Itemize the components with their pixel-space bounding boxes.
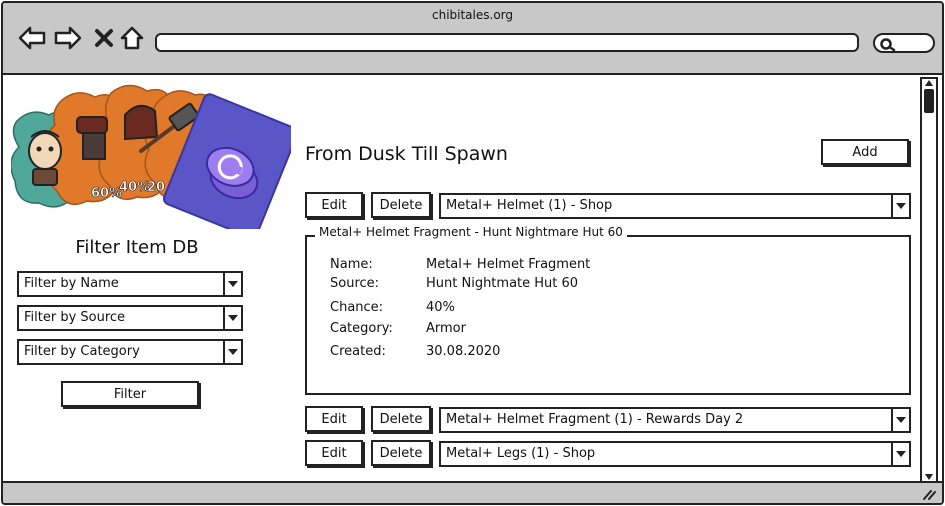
field-label: Created: — [330, 344, 386, 359]
entry-select[interactable]: Metal+ Helmet Fragment (1) - Rewards Day… — [439, 407, 911, 433]
field-label: Chance: — [330, 300, 384, 315]
scroll-thumb[interactable] — [924, 89, 934, 113]
browser-search[interactable] — [873, 33, 935, 53]
select-value: Filter by Category — [24, 344, 140, 359]
arrow-right-icon — [54, 26, 82, 50]
dropdown-toggle[interactable] — [891, 443, 909, 465]
close-icon — [95, 29, 113, 47]
delete-button[interactable]: Delete — [371, 440, 431, 466]
chevron-down-icon — [896, 451, 906, 457]
chevron-down-icon — [228, 349, 238, 355]
field-value: Metal+ Helmet Fragment — [426, 257, 591, 272]
status-bar — [3, 481, 942, 503]
home-icon — [120, 26, 144, 50]
chevron-down-icon — [228, 315, 238, 321]
hero-artwork: 60% 40% 20 — [11, 84, 291, 229]
browser-toolbar: chibitales.org — [3, 3, 942, 75]
field-value: Armor — [426, 321, 466, 336]
arrow-left-icon — [18, 26, 46, 50]
select-value: Metal+ Helmet Fragment (1) - Rewards Day… — [446, 412, 744, 427]
field-label: Name: — [330, 257, 373, 272]
filter-source-select[interactable]: Filter by Source — [17, 305, 243, 331]
delete-button[interactable]: Delete — [371, 406, 431, 432]
scroll-down-icon[interactable] — [925, 474, 933, 480]
badge-text: 60% — [91, 186, 122, 201]
stop-button[interactable] — [89, 23, 119, 53]
dropdown-toggle[interactable] — [223, 273, 241, 295]
resize-grip-icon[interactable] — [922, 488, 936, 500]
address-bar[interactable] — [155, 33, 859, 52]
select-value: Filter by Name — [24, 276, 119, 291]
home-button[interactable] — [117, 23, 147, 53]
chevron-down-icon — [896, 417, 906, 423]
select-value: Filter by Source — [24, 310, 126, 325]
forward-button[interactable] — [53, 23, 83, 53]
edit-button[interactable]: Edit — [305, 406, 363, 432]
details-panel — [305, 235, 911, 395]
add-button[interactable]: Add — [821, 139, 909, 165]
badge-text: 20 — [147, 180, 165, 195]
chibi-character-icon — [28, 130, 62, 186]
select-value: Metal+ Helmet (1) - Shop — [446, 198, 613, 213]
entry-select[interactable]: Metal+ Legs (1) - Shop — [439, 441, 911, 467]
dropdown-toggle[interactable] — [223, 341, 241, 363]
field-value: 40% — [426, 300, 455, 315]
dropdown-toggle[interactable] — [891, 195, 909, 217]
chevron-down-icon — [228, 281, 238, 287]
select-value: Metal+ Legs (1) - Shop — [446, 446, 596, 461]
field-label: Source: — [330, 276, 380, 291]
search-icon — [880, 38, 896, 51]
vertical-scrollbar[interactable] — [920, 77, 938, 483]
site-title: chibitales.org — [431, 8, 513, 22]
chevron-down-icon — [896, 203, 906, 209]
filter-name-select[interactable]: Filter by Name — [17, 271, 243, 297]
page-title: From Dusk Till Spawn — [305, 143, 508, 165]
filter-button[interactable]: Filter — [61, 381, 199, 407]
edit-button[interactable]: Edit — [305, 192, 363, 218]
edit-button[interactable]: Edit — [305, 440, 363, 466]
badge-text: 40% — [119, 180, 150, 195]
dropdown-toggle[interactable] — [223, 307, 241, 329]
scroll-up-icon[interactable] — [925, 80, 933, 86]
delete-button[interactable]: Delete — [371, 192, 431, 218]
entry-select[interactable]: Metal+ Helmet (1) - Shop — [439, 193, 911, 219]
filter-title: Filter Item DB — [75, 237, 199, 258]
browser-window: chibitales.org 60% 40% 20 Filter Item DB… — [1, 1, 944, 505]
field-value: Hunt Nightmate Hut 60 — [426, 276, 579, 291]
back-button[interactable] — [17, 23, 47, 53]
helmet-item-icon — [124, 104, 159, 141]
filter-category-select[interactable]: Filter by Category — [17, 339, 243, 365]
field-value: 30.08.2020 — [426, 344, 501, 359]
details-legend: Metal+ Helmet Fragment - Hunt Nightmare … — [315, 225, 627, 239]
field-label: Category: — [330, 321, 393, 336]
dropdown-toggle[interactable] — [891, 409, 909, 431]
